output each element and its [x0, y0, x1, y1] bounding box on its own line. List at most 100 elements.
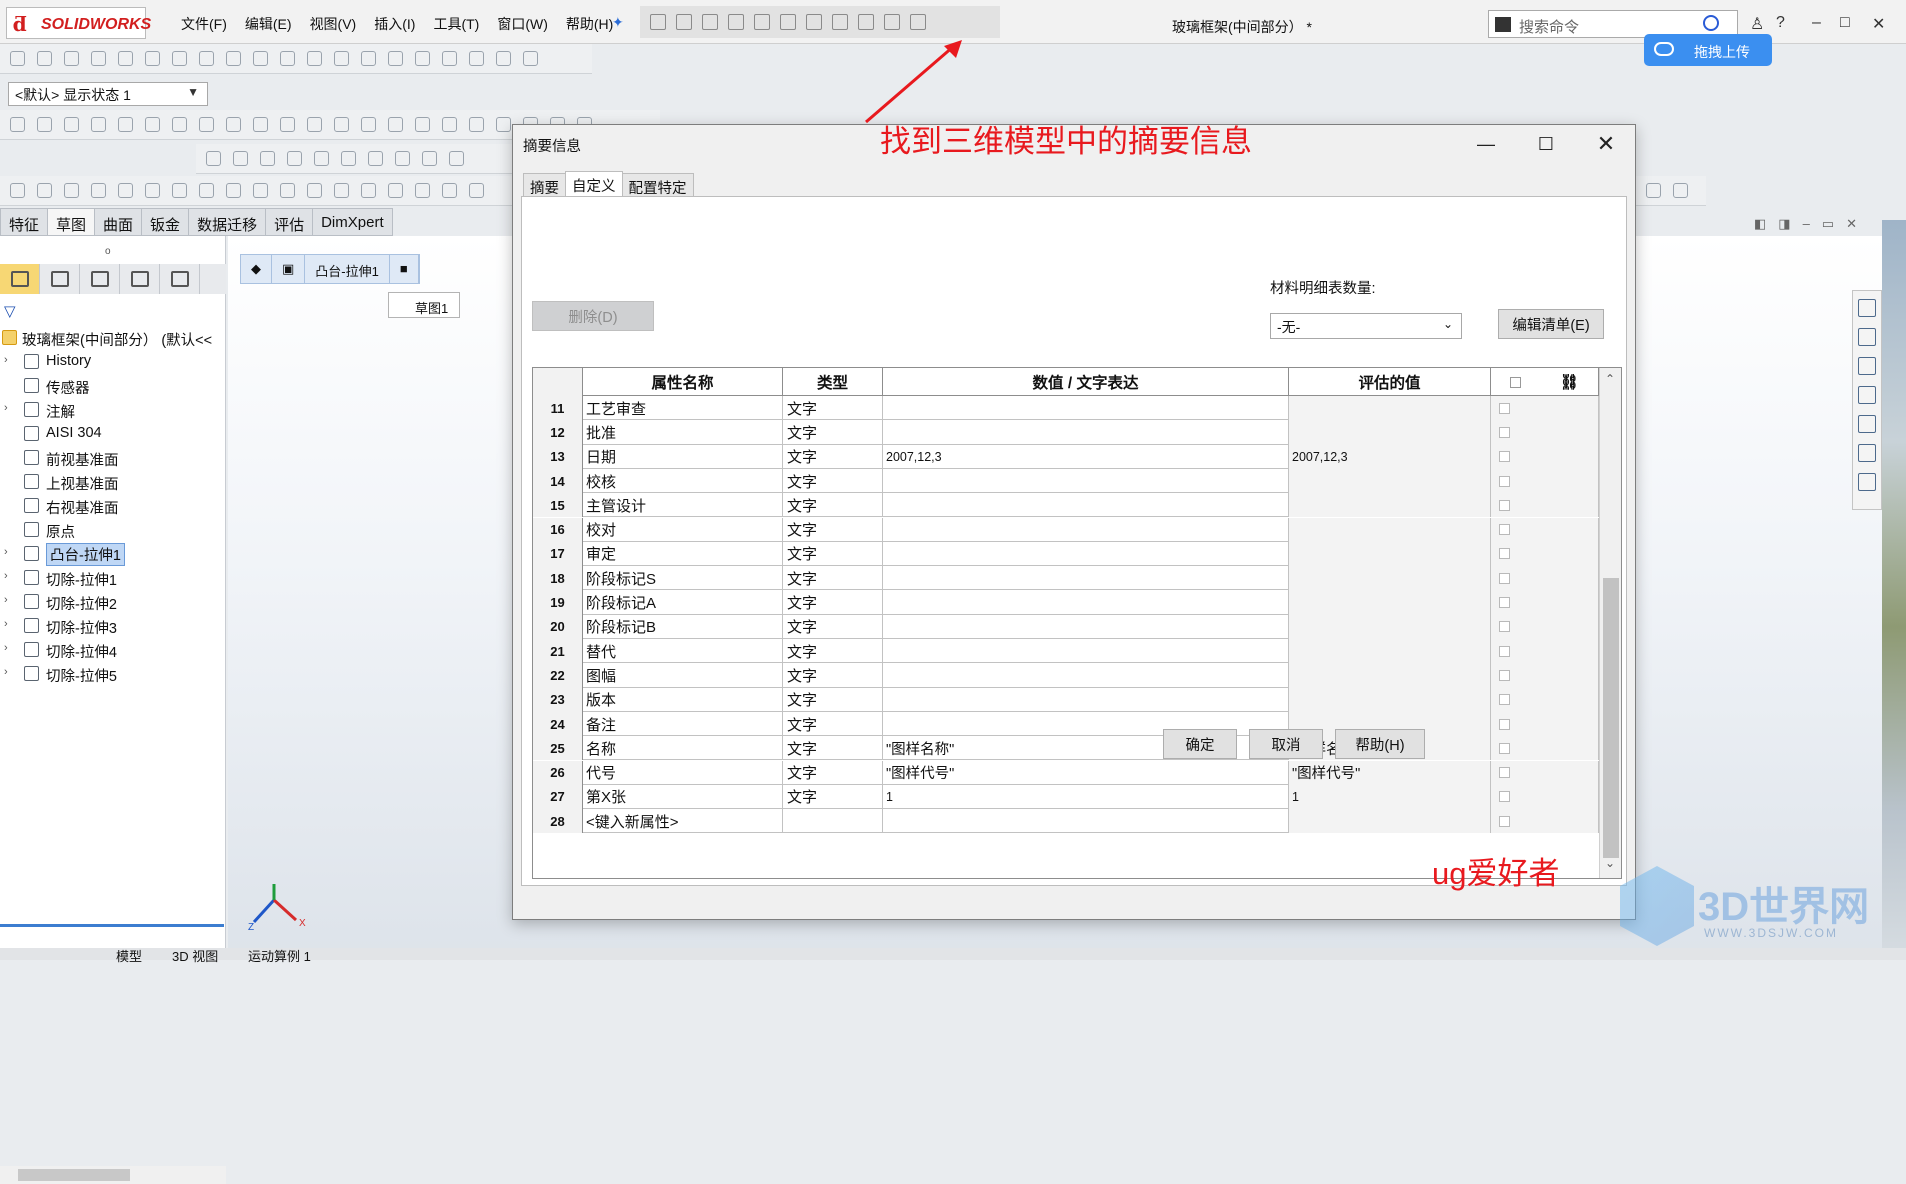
tool-icon[interactable] [361, 183, 376, 198]
tool-icon[interactable] [172, 117, 187, 132]
tool-icon[interactable] [368, 151, 383, 166]
value-expression-cell[interactable] [883, 809, 1289, 834]
help-button[interactable]: 帮助(H) [1335, 729, 1425, 759]
expand-icon[interactable]: › [4, 402, 8, 414]
delete-button[interactable]: 删除(D) [532, 301, 654, 331]
scrollbar-thumb[interactable] [18, 1169, 130, 1181]
type-cell[interactable]: 文字 [783, 760, 883, 785]
tool-icon[interactable] [307, 51, 322, 66]
value-expression-cell[interactable] [883, 420, 1289, 445]
table-row[interactable]: 23 版本 文字 [533, 687, 1599, 712]
menu-file[interactable]: 文件(F) [172, 12, 236, 36]
header-property-name[interactable]: 属性名称 [583, 368, 783, 396]
scroll-up-icon[interactable]: ⌃ [1605, 372, 1615, 386]
table-row[interactable]: 19 阶段标记A 文字 [533, 590, 1599, 615]
property-name-cell[interactable]: 校对 [583, 517, 783, 542]
link-checkbox[interactable] [1499, 767, 1510, 779]
table-row[interactable]: 20 阶段标记B 文字 [533, 614, 1599, 639]
tool-icon[interactable] [496, 51, 511, 66]
home-icon[interactable] [650, 14, 666, 30]
link-checkbox[interactable] [1499, 597, 1510, 609]
maximize-app-icon[interactable]: □ [1840, 14, 1850, 32]
bom-quantity-dropdown[interactable]: -无- ⌄ [1270, 313, 1462, 339]
tool-icon[interactable] [172, 51, 187, 66]
rollback-bar[interactable] [0, 924, 224, 927]
value-expression-cell[interactable] [883, 517, 1289, 542]
close-icon[interactable]: ✕ [1583, 129, 1629, 159]
value-expression-cell[interactable] [883, 590, 1289, 615]
tool-icon[interactable] [523, 51, 538, 66]
tool-icon[interactable] [287, 151, 302, 166]
type-cell[interactable]: 文字 [783, 614, 883, 639]
table-row[interactable]: 12 批准 文字 [533, 420, 1599, 445]
tree-item-cut-extrude5[interactable]: › 切除-拉伸5 [0, 662, 226, 686]
tool-icon[interactable] [91, 51, 106, 66]
pane-splitter-handle[interactable]: o [105, 246, 111, 257]
undo-icon[interactable] [780, 14, 796, 30]
tool-icon[interactable] [388, 183, 403, 198]
tab-data-migration[interactable]: 数据迁移 [188, 208, 266, 236]
tree-item-right-plane[interactable]: 右视基准面 [0, 494, 226, 518]
tab-sketch[interactable]: 草图 [47, 208, 95, 236]
value-expression-cell[interactable] [883, 566, 1289, 591]
tree-item-cut-extrude2[interactable]: › 切除-拉伸2 [0, 590, 226, 614]
link-checkbox[interactable] [1499, 669, 1510, 681]
expand-icon[interactable]: › [4, 618, 8, 630]
tool-icon[interactable] [145, 51, 160, 66]
design-library-icon[interactable] [1858, 328, 1876, 346]
type-cell[interactable]: 文字 [783, 517, 883, 542]
rebuild-icon[interactable] [858, 14, 874, 30]
tree-item-cut-extrude3[interactable]: › 切除-拉伸3 [0, 614, 226, 638]
tree-item-top-plane[interactable]: 上视基准面 [0, 470, 226, 494]
save-icon[interactable] [728, 14, 744, 30]
link-checkbox[interactable] [1499, 791, 1510, 803]
edit-list-button[interactable]: 编辑清单(E) [1498, 309, 1604, 339]
tool-icon[interactable] [1673, 183, 1688, 198]
type-cell[interactable]: 文字 [783, 711, 883, 737]
property-name-cell[interactable]: 版本 [583, 687, 783, 712]
tool-icon[interactable] [307, 183, 322, 198]
tab-surfaces[interactable]: 曲面 [94, 208, 142, 236]
part-icon[interactable]: ◆ [241, 255, 272, 283]
value-expression-cell[interactable] [883, 663, 1289, 688]
tool-icon[interactable] [280, 117, 295, 132]
table-row[interactable]: 11 工艺审查 文字 [533, 396, 1599, 421]
tab-sheet-metal[interactable]: 钣金 [141, 208, 189, 236]
tool-icon[interactable] [361, 117, 376, 132]
custom-properties-icon[interactable] [1858, 444, 1876, 462]
property-name-cell[interactable]: 校核 [583, 468, 783, 494]
menu-view[interactable]: 视图(V) [301, 12, 366, 36]
table-row[interactable]: 13 日期 文字 2007,12,3 2007,12,3 [533, 444, 1599, 469]
property-name-cell[interactable]: 批准 [583, 420, 783, 445]
property-name-cell[interactable]: 备注 [583, 711, 783, 737]
value-expression-cell[interactable] [883, 639, 1289, 664]
value-expression-cell[interactable] [883, 614, 1289, 639]
file-properties-icon[interactable] [884, 14, 900, 30]
tree-item-history[interactable]: › History [0, 350, 226, 374]
type-cell[interactable]: 文字 [783, 396, 883, 421]
displaymanager-tab[interactable] [160, 264, 200, 294]
menu-edit[interactable]: 编辑(E) [236, 12, 301, 36]
tool-icon[interactable] [145, 183, 160, 198]
solidworks-logo[interactable]: ƌ SOLIDWORKS [6, 7, 151, 39]
tool-icon[interactable] [422, 151, 437, 166]
type-cell[interactable]: 文字 [783, 468, 883, 494]
tool-icon[interactable] [280, 51, 295, 66]
search-mode-icon[interactable] [1495, 17, 1511, 32]
menu-window[interactable]: 窗口(W) [488, 12, 557, 36]
type-cell[interactable]: 文字 [783, 420, 883, 445]
tool-icon[interactable] [341, 151, 356, 166]
link-icon[interactable]: ⛓ [1560, 373, 1579, 391]
expand-icon[interactable]: › [4, 354, 8, 366]
dimxpertmanager-tab[interactable] [120, 264, 160, 294]
tool-icon[interactable] [442, 117, 457, 132]
property-name-cell[interactable]: 第X张 [583, 784, 783, 810]
link-checkbox[interactable] [1499, 718, 1510, 730]
type-cell[interactable]: 文字 [783, 784, 883, 810]
tool-icon[interactable] [388, 117, 403, 132]
tree-item-sensors[interactable]: 传感器 [0, 374, 226, 398]
table-scrollbar[interactable]: ⌃ ⌄ [1599, 368, 1621, 878]
tool-icon[interactable] [1646, 183, 1661, 198]
value-expression-cell[interactable] [883, 541, 1289, 567]
tool-icon[interactable] [226, 183, 241, 198]
